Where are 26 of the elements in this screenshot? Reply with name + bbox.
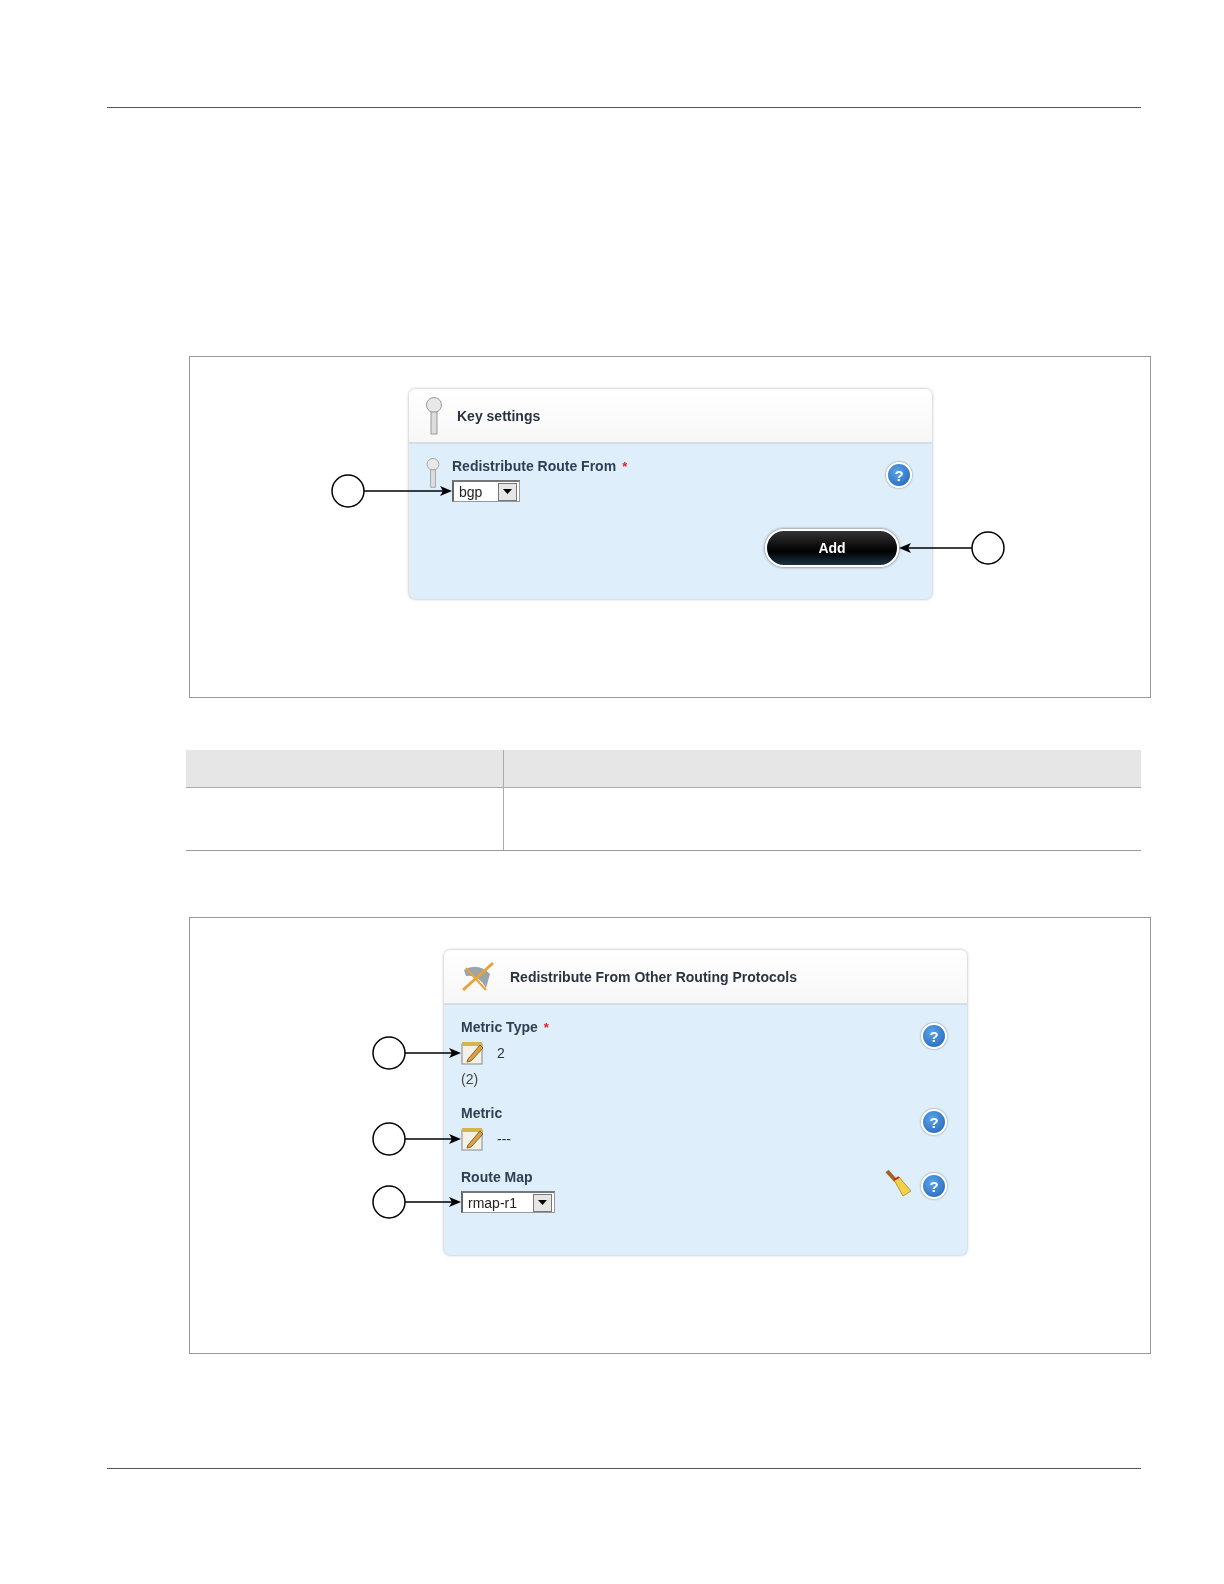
broom-icon bbox=[885, 1169, 911, 1197]
field-note: (2) bbox=[461, 1071, 480, 1087]
panel-title: Redistribute From Other Routing Protocols bbox=[510, 968, 797, 985]
required-mark: * bbox=[543, 1020, 549, 1035]
dropdown[interactable]: bgp bbox=[452, 480, 521, 502]
dropdown[interactable]: rmap-r1 bbox=[461, 1191, 555, 1213]
field-value: 2 bbox=[497, 1045, 505, 1061]
caret-icon bbox=[538, 1200, 547, 1205]
field-value: --- bbox=[497, 1131, 511, 1147]
tools-icon bbox=[460, 959, 496, 994]
help-icon[interactable]: ? bbox=[921, 1173, 947, 1199]
add-button[interactable]: Add bbox=[765, 529, 899, 567]
caret-icon bbox=[503, 489, 513, 494]
field-label: Route Map bbox=[461, 1169, 533, 1185]
key-icon bbox=[425, 396, 443, 435]
field-label: Metric Type bbox=[461, 1019, 538, 1035]
field-label: Metric bbox=[461, 1105, 503, 1121]
help-icon[interactable]: ? bbox=[921, 1023, 947, 1049]
help-icon[interactable]: ? bbox=[921, 1109, 947, 1135]
notepad-pencil-icon bbox=[461, 1041, 485, 1065]
help-icon[interactable]: ? bbox=[886, 462, 912, 488]
panel-title: Key settings bbox=[457, 407, 541, 424]
field-label: Redistribute Route From bbox=[452, 458, 617, 474]
key-icon bbox=[424, 458, 442, 488]
notepad-pencil-icon bbox=[461, 1127, 485, 1151]
required-mark: * bbox=[622, 459, 628, 474]
